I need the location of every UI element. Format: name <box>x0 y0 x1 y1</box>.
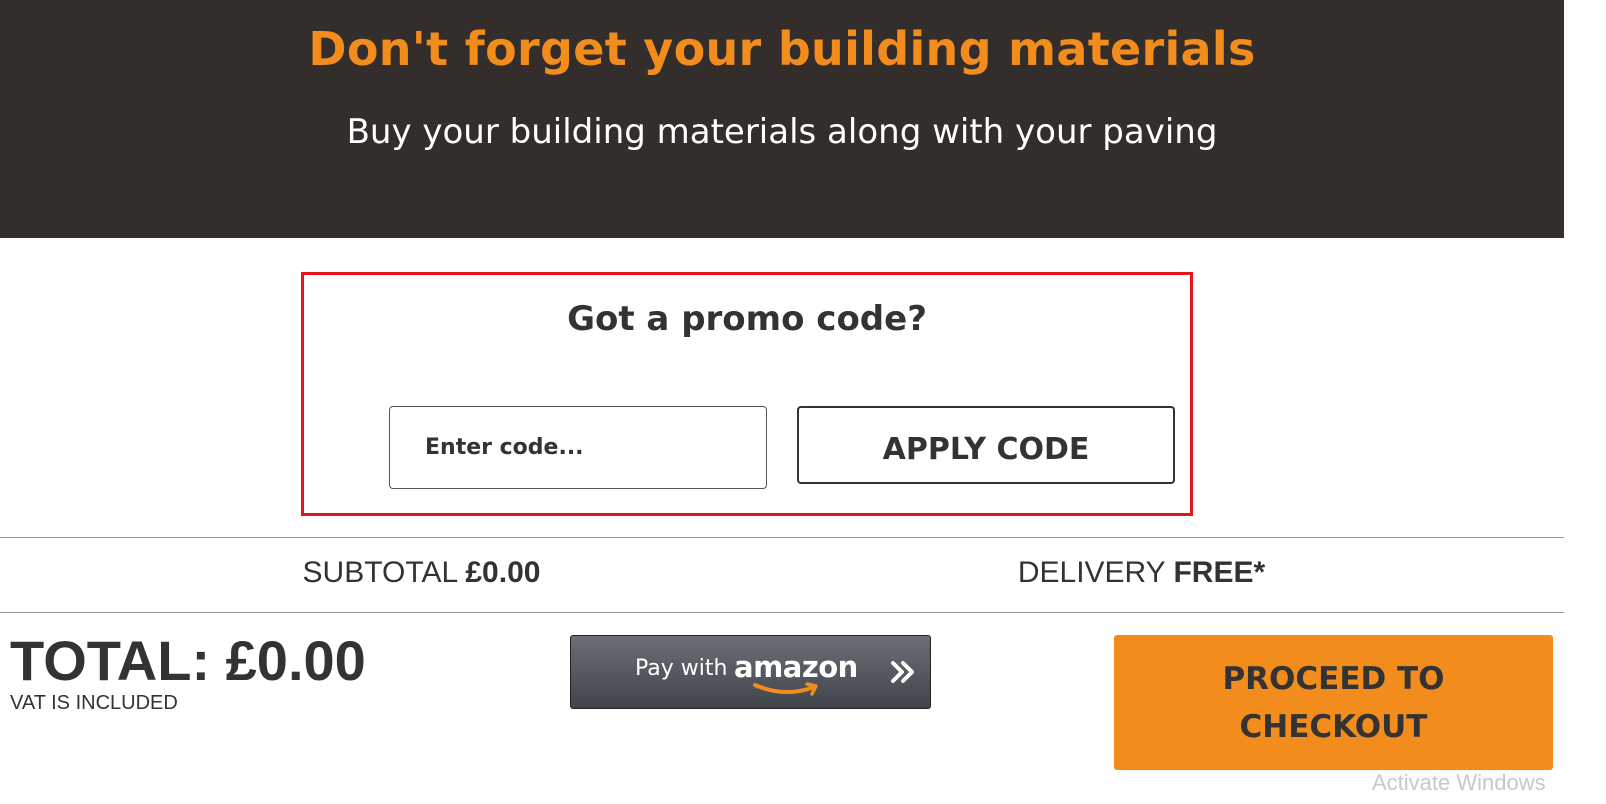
checkout-label-line1: PROCEED TO <box>1222 660 1445 697</box>
promo-title: Got a promo code? <box>567 299 927 339</box>
delivery-label: DELIVERY <box>1017 556 1166 589</box>
subtotal-label: SUBTOTAL <box>302 556 458 589</box>
vat-note: VAT IS INCLUDED <box>10 692 178 714</box>
subtotal-value: £0.00 <box>465 556 541 589</box>
delivery-value: FREE* <box>1173 556 1266 589</box>
promo-code-input[interactable] <box>389 406 767 489</box>
amazon-smile-icon <box>753 682 818 696</box>
order-total: TOTAL: £0.00 <box>10 629 366 692</box>
os-activation-watermark: Activate Windows <box>1372 770 1546 795</box>
promo-code-section: Got a promo code? APPLY CODE <box>301 272 1193 516</box>
promo-banner: Don't forget your building materials Buy… <box>0 0 1564 238</box>
checkout-label-line2: CHECKOUT <box>1239 708 1428 745</box>
divider-top <box>0 537 1564 538</box>
banner-title: Don't forget your building materials <box>308 22 1256 76</box>
page-edge <box>1564 0 1606 804</box>
divider-bottom <box>0 612 1564 613</box>
banner-subtitle: Buy your building materials along with y… <box>346 112 1218 152</box>
apply-code-button[interactable]: APPLY CODE <box>797 406 1175 484</box>
double-chevron-right-icon <box>891 661 914 683</box>
subtotal: SUBTOTAL £0.00 <box>0 556 843 590</box>
amazon-pay-text: Pay with <box>635 656 728 681</box>
proceed-to-checkout-button[interactable]: PROCEED TO CHECKOUT <box>1114 635 1553 770</box>
delivery: DELIVERY FREE* <box>720 556 1563 590</box>
pay-with-amazon-button[interactable]: Pay with amazon <box>570 635 931 709</box>
amazon-logo: amazon <box>734 650 858 684</box>
